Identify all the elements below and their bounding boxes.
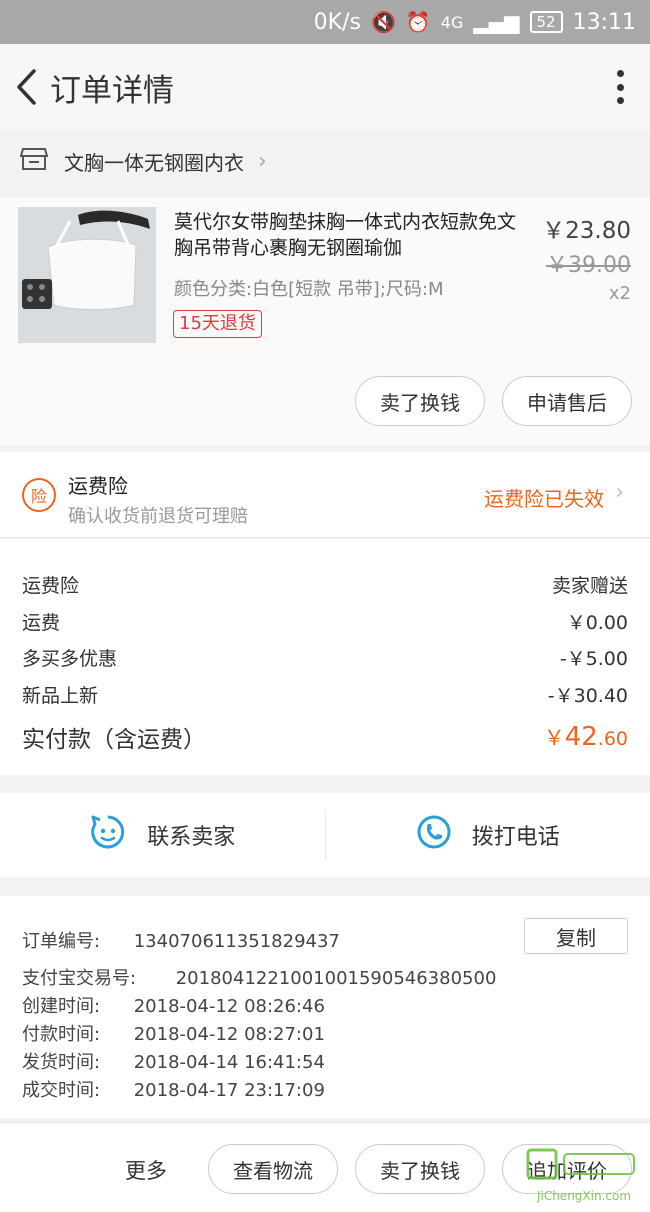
contact-seller-label: 联系卖家 bbox=[147, 825, 236, 850]
call-phone-button[interactable]: 拨打电话 bbox=[326, 793, 650, 877]
created-time: 2018-04-12 08:26:46 bbox=[133, 996, 325, 1017]
order-number-row: 订单编号: 134070611351829437 bbox=[22, 927, 340, 953]
shipped-time: 2018-04-14 16:41:54 bbox=[133, 1052, 325, 1073]
total-currency: ￥ bbox=[543, 726, 565, 750]
contact-bar: 联系卖家 拨打电话 bbox=[0, 793, 650, 877]
product-image[interactable] bbox=[18, 207, 156, 343]
fee-label: 运费险 bbox=[22, 574, 80, 597]
return-policy-badge: 15天退货 bbox=[173, 310, 262, 338]
shipping-insurance-row[interactable]: 险 运费险 确认收货前退货可理赔 运费险已失效 › bbox=[0, 452, 650, 538]
total-amount: ￥42.60 bbox=[544, 722, 628, 752]
fee-label: 多买多优惠 bbox=[22, 647, 118, 670]
created-time-row: 创建时间: 2018-04-12 08:26:46 bbox=[22, 992, 325, 1018]
watermark-logo: JiChengXin.com bbox=[524, 1146, 644, 1206]
info-label: 发货时间: bbox=[22, 1052, 101, 1073]
alipay-trade-row: 支付宝交易号: 2018041221001001590546380500 bbox=[22, 964, 496, 990]
fee-label: 运费 bbox=[22, 611, 61, 634]
fee-summary: 运费险 卖家赠送 运费 ￥0.00 多买多优惠 -￥5.00 新品上新 -￥30… bbox=[0, 539, 650, 775]
network-type: 4G bbox=[440, 12, 464, 32]
more-button[interactable]: 更多 bbox=[125, 1155, 167, 1185]
fee-value: 卖家赠送 bbox=[551, 574, 628, 597]
fee-row: 运费险 卖家赠送 bbox=[22, 569, 628, 599]
shipped-time-row: 发货时间: 2018-04-14 16:41:54 bbox=[22, 1048, 325, 1074]
more-options-icon[interactable] bbox=[616, 70, 624, 104]
insurance-title: 运费险 bbox=[68, 474, 128, 498]
completed-time-row: 成交时间: 2018-04-17 23:17:09 bbox=[22, 1076, 325, 1102]
insurance-description: 确认收货前退货可理赔 bbox=[68, 506, 248, 527]
fee-row: 多买多优惠 -￥5.00 bbox=[22, 642, 628, 672]
chevron-right-icon: › bbox=[258, 148, 267, 174]
alipay-trade-number: 2018041221001001590546380500 bbox=[175, 968, 497, 989]
total-paid-row: 实付款（含运费） ￥42.60 bbox=[22, 719, 628, 755]
product-title[interactable]: 莫代尔女带胸垫抹胸一体式内衣短款免文胸吊带背心裹胸无钢圈瑜伽 bbox=[174, 209, 534, 261]
info-label: 付款时间: bbox=[22, 1024, 101, 1045]
phone-icon bbox=[416, 814, 452, 856]
fee-row: 运费 ￥0.00 bbox=[22, 606, 628, 636]
fee-row: 新品上新 -￥30.40 bbox=[22, 679, 628, 709]
contact-seller-button[interactable]: 联系卖家 bbox=[0, 793, 325, 877]
paid-time: 2018-04-12 08:27:01 bbox=[133, 1024, 325, 1045]
resell-button[interactable]: 卖了换钱 bbox=[355, 1144, 485, 1194]
insurance-icon: 险 bbox=[22, 478, 56, 512]
info-label: 创建时间: bbox=[22, 996, 101, 1017]
completed-time: 2018-04-17 23:17:09 bbox=[133, 1080, 325, 1101]
insurance-status: 运费险已失效 bbox=[484, 487, 604, 511]
info-label: 支付宝交易号: bbox=[22, 968, 137, 989]
shop-row[interactable]: 文胸一体无钢圈内衣 › bbox=[0, 130, 650, 192]
copy-button[interactable]: 复制 bbox=[524, 918, 628, 954]
order-info: 订单编号: 134070611351829437 复制 支付宝交易号: 2018… bbox=[0, 896, 650, 1118]
paid-time-row: 付款时间: 2018-04-12 08:27:01 bbox=[22, 1020, 325, 1046]
info-label: 成交时间: bbox=[22, 1080, 101, 1101]
total-integer: 42 bbox=[564, 722, 598, 752]
product-quantity: x2 bbox=[608, 283, 631, 304]
clock: 13:11 bbox=[572, 9, 636, 35]
alarm-icon: ⏰ bbox=[405, 10, 431, 34]
mute-icon: 🔇 bbox=[370, 10, 396, 34]
page-title: 订单详情 bbox=[50, 72, 174, 109]
call-phone-label: 拨打电话 bbox=[471, 825, 560, 850]
fee-value: -￥30.40 bbox=[547, 684, 628, 707]
after-sale-button[interactable]: 申请售后 bbox=[502, 376, 632, 426]
view-logistics-button[interactable]: 查看物流 bbox=[208, 1144, 338, 1194]
fee-value: ￥0.00 bbox=[566, 611, 628, 634]
signal-icon: ▂▄▆ bbox=[473, 10, 520, 34]
battery-icon: 52 bbox=[529, 11, 563, 33]
back-icon[interactable] bbox=[4, 44, 48, 130]
chevron-right-icon: › bbox=[615, 480, 624, 505]
status-bar: 0K/s 🔇 ⏰ 4G ▂▄▆ 52 13:11 bbox=[0, 0, 650, 44]
watermark-text: JiChengXin.com bbox=[536, 1189, 632, 1203]
fee-value: -￥5.00 bbox=[559, 647, 628, 670]
product-price: ￥23.80 bbox=[542, 218, 631, 244]
product-sku: 颜色分类:白色[短款 吊带];尺码:M bbox=[174, 279, 444, 300]
resell-button[interactable]: 卖了换钱 bbox=[355, 376, 485, 426]
product-original-price: ￥39.00 bbox=[546, 253, 631, 278]
info-label: 订单编号: bbox=[22, 931, 101, 952]
top-bar: 订单详情 bbox=[0, 44, 650, 130]
chat-face-icon bbox=[89, 813, 127, 857]
total-decimal: .60 bbox=[597, 728, 628, 750]
store-icon bbox=[19, 146, 49, 176]
fee-label: 新品上新 bbox=[22, 684, 99, 707]
order-number: 134070611351829437 bbox=[133, 931, 340, 952]
network-speed: 0K/s bbox=[313, 9, 361, 35]
shop-name: 文胸一体无钢圈内衣 bbox=[64, 150, 244, 175]
total-label: 实付款（含运费） bbox=[22, 727, 206, 753]
product-card: 莫代尔女带胸垫抹胸一体式内衣短款免文胸吊带背心裹胸无钢圈瑜伽 颜色分类:白色[短… bbox=[0, 197, 650, 445]
